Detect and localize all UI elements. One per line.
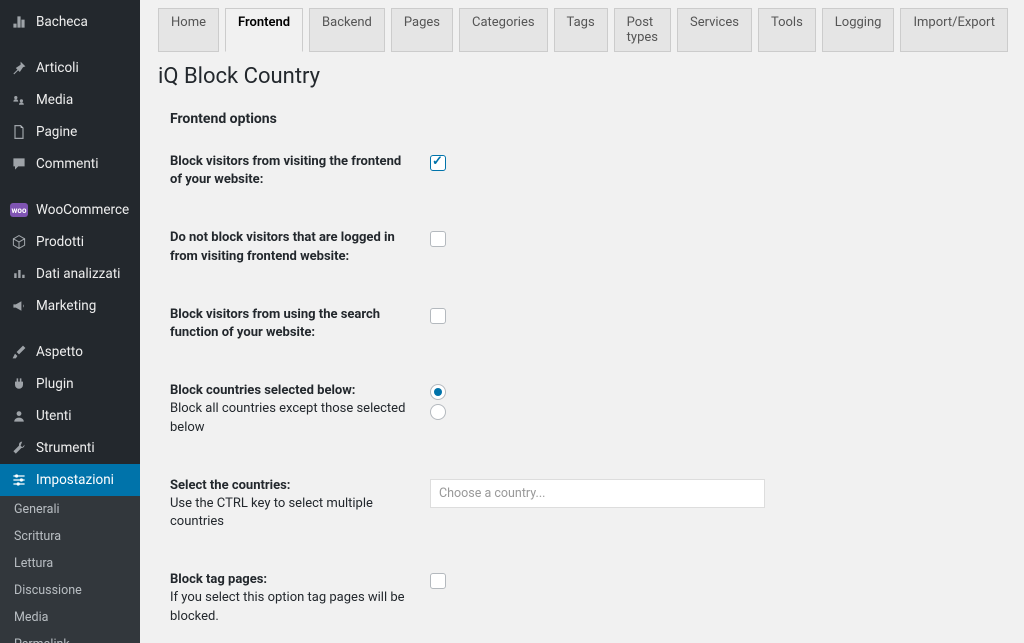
sidebar-sub-scrittura[interactable]: Scrittura bbox=[0, 523, 140, 550]
tab-bar: Home Frontend Backend Pages Categories T… bbox=[158, 8, 1006, 52]
tab-logging[interactable]: Logging bbox=[822, 8, 895, 52]
block-tag-checkbox[interactable] bbox=[430, 573, 446, 589]
sidebar-item-prodotti[interactable]: Prodotti bbox=[0, 226, 140, 258]
block-mode-radio-except[interactable] bbox=[430, 404, 446, 420]
field-no-block-logged: Do not block visitors that are logged in… bbox=[158, 229, 1006, 305]
countries-label: Select the countries: bbox=[170, 478, 290, 493]
sidebar-item-utenti[interactable]: Utenti bbox=[0, 400, 140, 432]
block-tag-label: Block tag pages: bbox=[170, 572, 267, 587]
sidebar-item-label: Pagine bbox=[36, 124, 77, 140]
sidebar-item-label: Aspetto bbox=[36, 344, 83, 360]
tab-post-types[interactable]: Post types bbox=[614, 8, 671, 52]
sidebar-item-bacheca[interactable]: Bacheca bbox=[0, 6, 140, 38]
tab-tags[interactable]: Tags bbox=[554, 8, 608, 52]
media-icon bbox=[10, 91, 28, 109]
field-block-tag: Block tag pages: If you select this opti… bbox=[158, 571, 1006, 643]
block-mode-radio-selected[interactable] bbox=[430, 384, 446, 400]
sidebar-sub-media[interactable]: Media bbox=[0, 604, 140, 631]
tab-tools[interactable]: Tools bbox=[758, 8, 816, 52]
field-block-search: Block visitors from using the search fun… bbox=[158, 306, 1006, 382]
comment-icon bbox=[10, 155, 28, 173]
sidebar-item-marketing[interactable]: Marketing bbox=[0, 290, 140, 322]
field-label: Block tag pages: If you select this opti… bbox=[170, 571, 430, 626]
field-label: Select the countries: Use the CTRL key t… bbox=[170, 477, 430, 532]
sidebar-item-impostazioni[interactable]: Impostazioni bbox=[0, 464, 140, 496]
field-countries: Select the countries: Use the CTRL key t… bbox=[158, 477, 1006, 572]
countries-select[interactable]: Choose a country... bbox=[430, 479, 765, 508]
sidebar-item-pagine[interactable]: Pagine bbox=[0, 116, 140, 148]
sidebar-item-strumenti[interactable]: Strumenti bbox=[0, 432, 140, 464]
sidebar-item-aspetto[interactable]: Aspetto bbox=[0, 336, 140, 368]
sliders-icon bbox=[10, 471, 28, 489]
sidebar-sub-discussione[interactable]: Discussione bbox=[0, 577, 140, 604]
tab-frontend[interactable]: Frontend bbox=[225, 8, 303, 52]
field-label: Block visitors from using the search fun… bbox=[170, 306, 430, 342]
tab-import-export[interactable]: Import/Export bbox=[900, 8, 1008, 52]
block-tag-desc: If you select this option tag pages will… bbox=[170, 590, 405, 623]
sidebar-item-dati-analizzati[interactable]: Dati analizzati bbox=[0, 258, 140, 290]
sidebar-item-label: Dati analizzati bbox=[36, 266, 120, 282]
sidebar-item-commenti[interactable]: Commenti bbox=[0, 148, 140, 180]
field-label: Block visitors from visiting the fronten… bbox=[170, 153, 430, 189]
megaphone-icon bbox=[10, 297, 28, 315]
sidebar-sub-permalink[interactable]: Permalink bbox=[0, 631, 140, 643]
sidebar-item-label: Bacheca bbox=[36, 14, 88, 30]
no-block-logged-checkbox[interactable] bbox=[430, 231, 446, 247]
field-block-frontend: Block visitors from visiting the fronten… bbox=[158, 153, 1006, 229]
sidebar-separator bbox=[0, 180, 140, 194]
section-title: Frontend options bbox=[170, 111, 1006, 127]
field-label: Do not block visitors that are logged in… bbox=[170, 229, 430, 265]
block-search-checkbox[interactable] bbox=[430, 308, 446, 324]
countries-desc: Use the CTRL key to select multiple coun… bbox=[170, 496, 373, 529]
page-icon bbox=[10, 123, 28, 141]
sidebar-item-label: WooCommerce bbox=[36, 202, 129, 218]
sidebar-item-plugin[interactable]: Plugin bbox=[0, 368, 140, 400]
sidebar-item-label: Strumenti bbox=[36, 440, 95, 456]
sidebar-separator bbox=[0, 38, 140, 52]
tab-pages[interactable]: Pages bbox=[391, 8, 453, 52]
sidebar-item-label: Articoli bbox=[36, 60, 79, 76]
field-block-mode: Block countries selected below: Block al… bbox=[158, 382, 1006, 477]
analytics-icon bbox=[10, 265, 28, 283]
countries-placeholder: Choose a country... bbox=[439, 486, 545, 501]
block-frontend-checkbox[interactable] bbox=[430, 155, 446, 171]
woo-icon: woo bbox=[10, 201, 28, 219]
plug-icon bbox=[10, 375, 28, 393]
field-label: Block countries selected below: Block al… bbox=[170, 382, 430, 437]
wrench-icon bbox=[10, 439, 28, 457]
product-icon bbox=[10, 233, 28, 251]
pin-icon bbox=[10, 59, 28, 77]
main-content: Home Frontend Backend Pages Categories T… bbox=[140, 0, 1024, 643]
sidebar-item-label: Prodotti bbox=[36, 234, 84, 250]
tab-home[interactable]: Home bbox=[158, 8, 219, 52]
sidebar-item-articoli[interactable]: Articoli bbox=[0, 52, 140, 84]
sidebar-sub-lettura[interactable]: Lettura bbox=[0, 550, 140, 577]
sidebar-item-woocommerce[interactable]: woo WooCommerce bbox=[0, 194, 140, 226]
dashboard-icon bbox=[10, 13, 28, 31]
tab-services[interactable]: Services bbox=[677, 8, 752, 52]
sidebar-item-label: Utenti bbox=[36, 408, 71, 424]
page-title: iQ Block Country bbox=[158, 64, 1006, 89]
user-icon bbox=[10, 407, 28, 425]
sidebar-item-media[interactable]: Media bbox=[0, 84, 140, 116]
brush-icon bbox=[10, 343, 28, 361]
tab-categories[interactable]: Categories bbox=[459, 8, 548, 52]
sidebar-item-label: Commenti bbox=[36, 156, 98, 172]
sidebar-item-label: Marketing bbox=[36, 298, 96, 314]
block-mode-opt1-label: Block countries selected below: bbox=[170, 383, 355, 398]
admin-sidebar: Bacheca Articoli Media Pagine Commenti w… bbox=[0, 0, 140, 643]
sidebar-item-label: Media bbox=[36, 92, 73, 108]
sidebar-sub-generali[interactable]: Generali bbox=[0, 496, 140, 523]
block-mode-opt2-label: Block all countries except those selecte… bbox=[170, 401, 405, 434]
sidebar-item-label: Impostazioni bbox=[36, 472, 114, 488]
sidebar-separator bbox=[0, 322, 140, 336]
tab-backend[interactable]: Backend bbox=[309, 8, 385, 52]
sidebar-item-label: Plugin bbox=[36, 376, 74, 392]
